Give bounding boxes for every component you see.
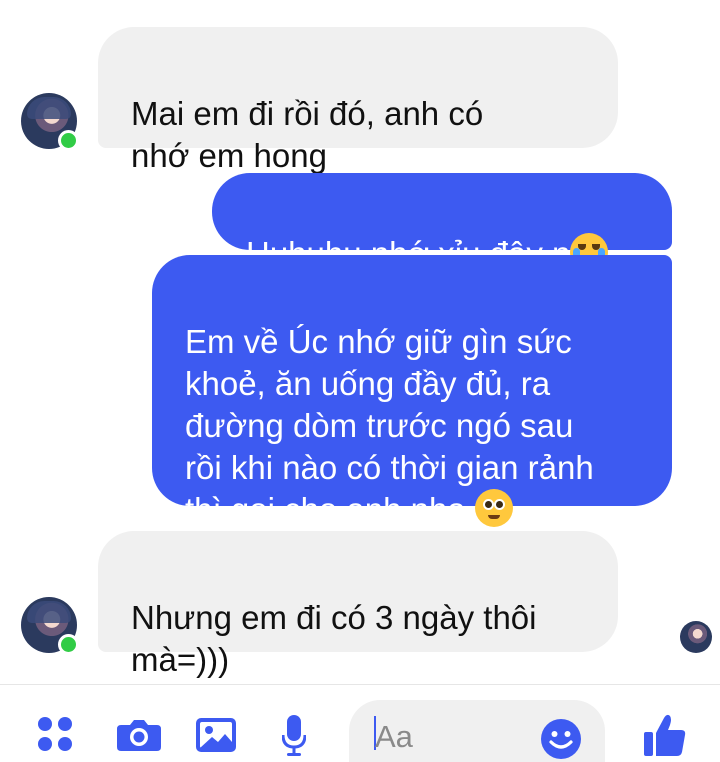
- message-outgoing[interactable]: Huhuhu nhớ xỉu đây n: [212, 173, 672, 272]
- thumbs-up-icon[interactable]: [643, 713, 687, 757]
- message-text: Em về Úc nhớ giữ gìn sức khoẻ, ăn uống đ…: [185, 323, 594, 528]
- message-composer: Aa: [0, 684, 720, 762]
- smile-icon[interactable]: [541, 719, 581, 759]
- message-input-placeholder: Aa: [375, 719, 413, 754]
- microphone-icon[interactable]: [282, 715, 306, 757]
- seen-indicator-avatar: [680, 621, 712, 653]
- pleading-face-emoji-icon: [474, 489, 513, 527]
- message-text: Mai em đi rồi đó, anh có nhớ em hong: [131, 95, 484, 174]
- online-status-indicator: [58, 634, 79, 655]
- camera-icon[interactable]: [117, 719, 161, 751]
- message-text: Nhưng em đi có 3 ngày thôi mà=))): [131, 599, 537, 678]
- photo-icon[interactable]: [196, 718, 236, 752]
- contact-avatar[interactable]: [21, 597, 79, 655]
- message-incoming[interactable]: Mai em đi rồi đó, anh có nhớ em hong: [98, 27, 618, 174]
- contact-avatar[interactable]: [21, 93, 79, 151]
- online-status-indicator: [58, 130, 79, 151]
- message-incoming[interactable]: Nhưng em đi có 3 ngày thôi mà=))): [98, 531, 618, 678]
- message-outgoing[interactable]: Em về Úc nhớ giữ gìn sức khoẻ, ăn uống đ…: [152, 255, 672, 528]
- more-icon[interactable]: [38, 717, 74, 753]
